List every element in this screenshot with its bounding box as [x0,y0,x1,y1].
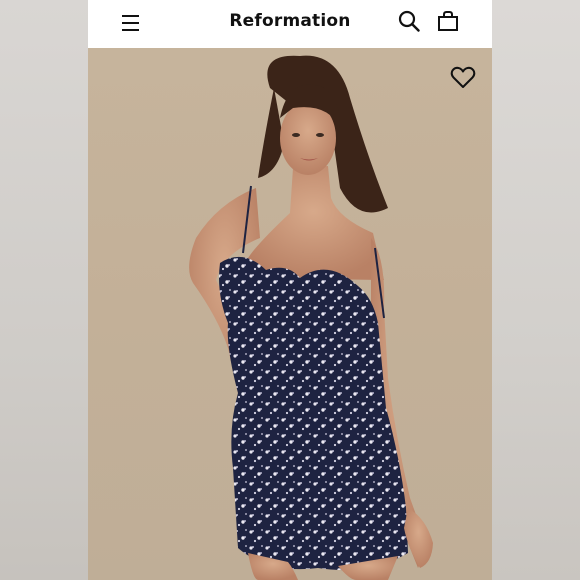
search-icon[interactable] [398,10,420,32]
app-screen: Reformation [88,0,492,580]
top-nav-bar: Reformation [88,0,492,48]
heart-icon[interactable] [450,66,476,90]
brand-logo[interactable]: Reformation [88,11,492,31]
page-background-right [492,0,580,580]
model-photo [189,55,433,580]
shopping-bag-icon[interactable] [437,10,459,32]
page-background-left [0,0,88,580]
product-image[interactable] [88,48,492,580]
